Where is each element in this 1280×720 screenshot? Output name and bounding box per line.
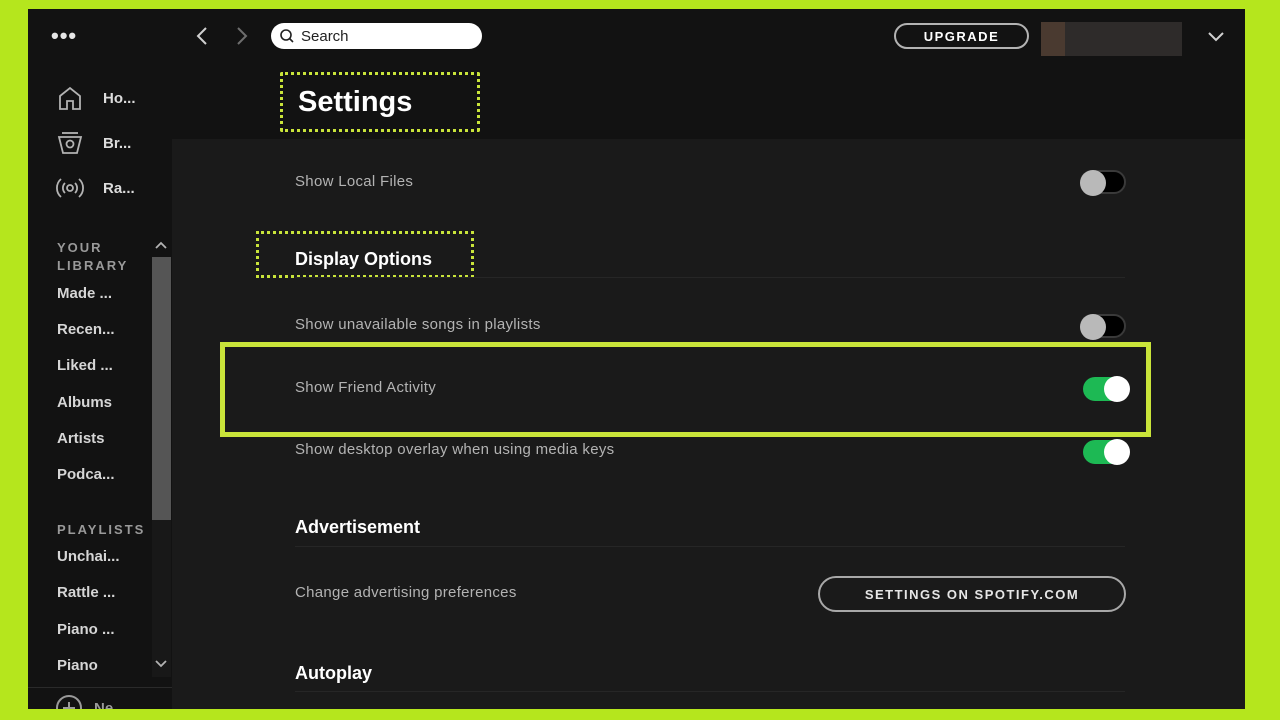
library-item[interactable]: Artists bbox=[57, 430, 105, 447]
sidebar-item-home[interactable]: Ho... bbox=[56, 84, 136, 112]
desktop-overlay-toggle[interactable] bbox=[1083, 439, 1130, 465]
search-bar[interactable] bbox=[271, 23, 482, 49]
search-icon bbox=[280, 29, 294, 43]
toggle-knob bbox=[1080, 170, 1106, 196]
local-files-label: Show Local Files bbox=[295, 173, 414, 190]
advertisement-heading: Advertisement bbox=[295, 517, 421, 537]
ad-preferences-label: Change advertising preferences bbox=[295, 584, 517, 601]
home-icon bbox=[59, 86, 81, 110]
section-divider bbox=[295, 691, 1125, 692]
chevron-down-icon[interactable] bbox=[1207, 31, 1225, 43]
autoplay-heading: Autoplay bbox=[295, 663, 373, 683]
sidebar-item-browse[interactable]: Br... bbox=[56, 129, 131, 157]
sidebar-item-label: Ra... bbox=[103, 179, 135, 197]
settings-on-spotify-button[interactable]: SETTINGS ON SPOTIFY.COM bbox=[818, 576, 1126, 612]
playlist-item[interactable]: Unchai... bbox=[57, 548, 120, 565]
page-title-highlight: Settings bbox=[280, 72, 480, 132]
sidebar-divider bbox=[28, 687, 172, 688]
library-section-title: YOUR LIBRARY bbox=[57, 239, 128, 275]
desktop-overlay-label: Show desktop overlay when using media ke… bbox=[295, 441, 615, 458]
toggle-knob bbox=[1104, 376, 1130, 402]
sidebar-item-label: Br... bbox=[103, 134, 132, 152]
sidebar-scrollbar-thumb[interactable] bbox=[152, 257, 171, 520]
playlists-section-title: PLAYLISTS bbox=[57, 522, 146, 537]
new-playlist-label: Ne... bbox=[94, 699, 126, 710]
playlist-item[interactable]: Piano ... bbox=[57, 621, 115, 638]
display-options-heading: Display Options bbox=[295, 249, 433, 269]
library-title-line: LIBRARY bbox=[57, 258, 129, 273]
playlist-item[interactable]: Rattle ... bbox=[57, 584, 115, 601]
unavailable-songs-label: Show unavailable songs in playlists bbox=[295, 316, 541, 333]
library-item[interactable]: Liked ... bbox=[57, 357, 113, 374]
playlist-item[interactable]: Piano bbox=[57, 657, 98, 674]
radio-icon bbox=[56, 178, 84, 198]
friend-activity-label: Show Friend Activity bbox=[295, 379, 437, 396]
unavailable-songs-toggle[interactable] bbox=[1080, 314, 1126, 340]
more-menu-icon[interactable]: ••• bbox=[51, 25, 77, 47]
plus-circle-icon bbox=[56, 695, 82, 709]
sidebar-item-radio[interactable]: Ra... bbox=[56, 174, 135, 202]
new-playlist-button[interactable]: Ne... bbox=[56, 695, 126, 709]
toggle-knob bbox=[1080, 314, 1106, 340]
browse-icon bbox=[57, 132, 83, 154]
friend-activity-toggle[interactable] bbox=[1083, 376, 1130, 402]
library-item[interactable]: Albums bbox=[57, 394, 112, 411]
chevron-left-icon[interactable] bbox=[194, 26, 210, 46]
section-divider bbox=[295, 546, 1125, 547]
page-title: Settings bbox=[298, 85, 413, 118]
library-item[interactable]: Made ... bbox=[57, 285, 112, 302]
spotify-window: ••• Ho... Br... Ra... YOUR LIBRARY Made … bbox=[28, 9, 1245, 709]
local-files-toggle[interactable] bbox=[1080, 170, 1126, 196]
user-profile-avatar[interactable] bbox=[1041, 22, 1182, 56]
toggle-knob bbox=[1104, 439, 1130, 465]
search-input[interactable] bbox=[301, 27, 471, 45]
sidebar-item-label: Ho... bbox=[103, 89, 136, 107]
library-item[interactable]: Podca... bbox=[57, 466, 115, 483]
chevron-right-icon[interactable] bbox=[234, 26, 250, 46]
chevron-down-icon[interactable] bbox=[154, 659, 168, 669]
chevron-up-icon[interactable] bbox=[154, 240, 168, 250]
upgrade-button[interactable]: UPGRADE bbox=[894, 23, 1029, 49]
library-title-line: YOUR bbox=[57, 240, 103, 255]
section-divider bbox=[295, 277, 1125, 278]
library-item[interactable]: Recen... bbox=[57, 321, 115, 338]
sidebar: ••• Ho... Br... Ra... YOUR LIBRARY Made … bbox=[28, 9, 172, 709]
